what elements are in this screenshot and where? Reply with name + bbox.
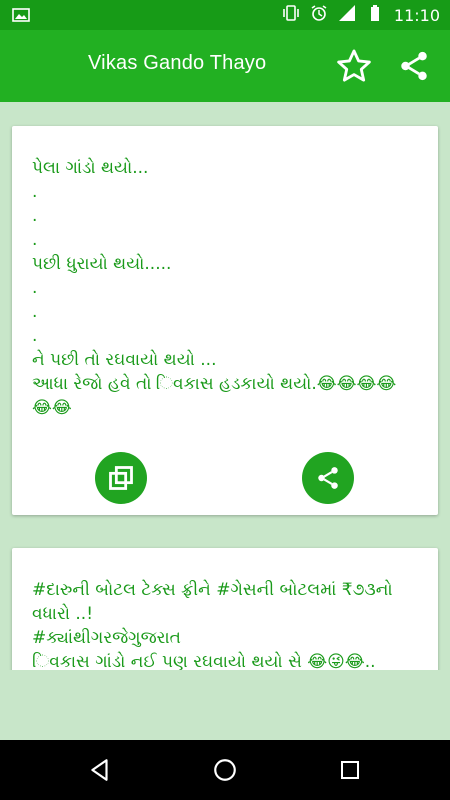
favorite-button[interactable]	[334, 46, 374, 86]
bottom-space	[0, 670, 450, 740]
share-app-button[interactable]	[394, 46, 434, 86]
alarm-icon	[310, 4, 328, 26]
app-bar: Vikas Gando Thayo	[0, 30, 450, 102]
image-notification-icon	[12, 6, 30, 28]
page-title: Vikas Gando Thayo	[88, 52, 267, 74]
battery-icon	[366, 4, 384, 26]
quote-card: પેલા ગાંડો થયો... . . . પછી ધુરાયો થયો..…	[12, 126, 438, 515]
status-time: 11:10	[393, 5, 440, 25]
copy-button[interactable]	[95, 452, 147, 504]
star-icon	[337, 49, 371, 82]
home-icon	[214, 759, 236, 781]
vibrate-icon	[282, 4, 300, 26]
quotes-list[interactable]: પેલા ગાંડો થયો... . . . પછી ધુરાયો થયો..…	[0, 102, 450, 670]
status-bar: 11:10	[0, 0, 450, 30]
back-icon	[91, 759, 108, 781]
copy-icon	[109, 466, 133, 490]
share-icon	[401, 51, 427, 81]
share-icon	[318, 467, 338, 489]
quote-card: #દારુની બોટલ ટેક્સ ફ્રીને #ગેસની બોટલમાં…	[12, 548, 438, 670]
back-button[interactable]	[85, 755, 115, 785]
navigation-bar	[0, 740, 450, 800]
share-button[interactable]	[302, 452, 354, 504]
signal-icon	[338, 4, 356, 26]
quote-text: #દારુની બોટલ ટેક્સ ફ્રીને #ગેસની બોટલમાં…	[32, 580, 393, 670]
recent-apps-button[interactable]	[335, 755, 365, 785]
quote-text: પેલા ગાંડો થયો... . . . પછી ધુરાયો થયો..…	[32, 158, 397, 418]
home-button[interactable]	[210, 755, 240, 785]
recent-apps-icon	[341, 761, 359, 779]
